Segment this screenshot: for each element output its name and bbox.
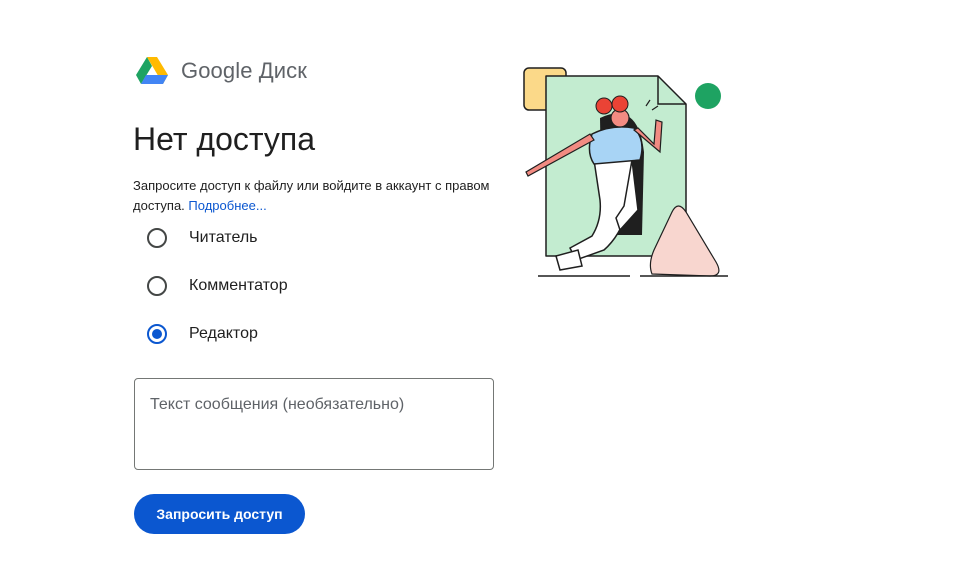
- brand-name: Google Диск: [181, 58, 307, 83]
- access-denied-page: Google Диск Нет доступа Запросите доступ…: [0, 0, 978, 575]
- role-radio-viewer[interactable]: [147, 228, 167, 248]
- description: Запросите доступ к файлу или войдите в а…: [133, 176, 493, 216]
- brand: Google Диск: [135, 53, 307, 89]
- role-label-commenter: Комментатор: [189, 277, 288, 294]
- role-option-editor[interactable]: Редактор: [147, 322, 258, 346]
- radio-selected-dot: [152, 329, 162, 339]
- role-radio-editor[interactable]: [147, 324, 167, 344]
- google-drive-logo-icon: [136, 57, 168, 84]
- page-title: Нет доступа: [133, 121, 315, 157]
- message-input[interactable]: [134, 378, 494, 470]
- role-label-editor: Редактор: [189, 325, 258, 342]
- learn-more-link[interactable]: Подробнее...: [188, 198, 266, 213]
- request-access-button[interactable]: Запросить доступ: [134, 494, 305, 534]
- access-illustration: [523, 67, 728, 277]
- person-shirt-shape: [588, 126, 643, 165]
- role-option-commenter[interactable]: Комментатор: [147, 274, 288, 298]
- green-circle-shape: [695, 83, 721, 109]
- role-option-viewer[interactable]: Читатель: [147, 226, 257, 250]
- role-label-viewer: Читатель: [189, 229, 258, 246]
- description-text: Запросите доступ к файлу или войдите в а…: [133, 178, 490, 213]
- role-radio-commenter[interactable]: [147, 276, 167, 296]
